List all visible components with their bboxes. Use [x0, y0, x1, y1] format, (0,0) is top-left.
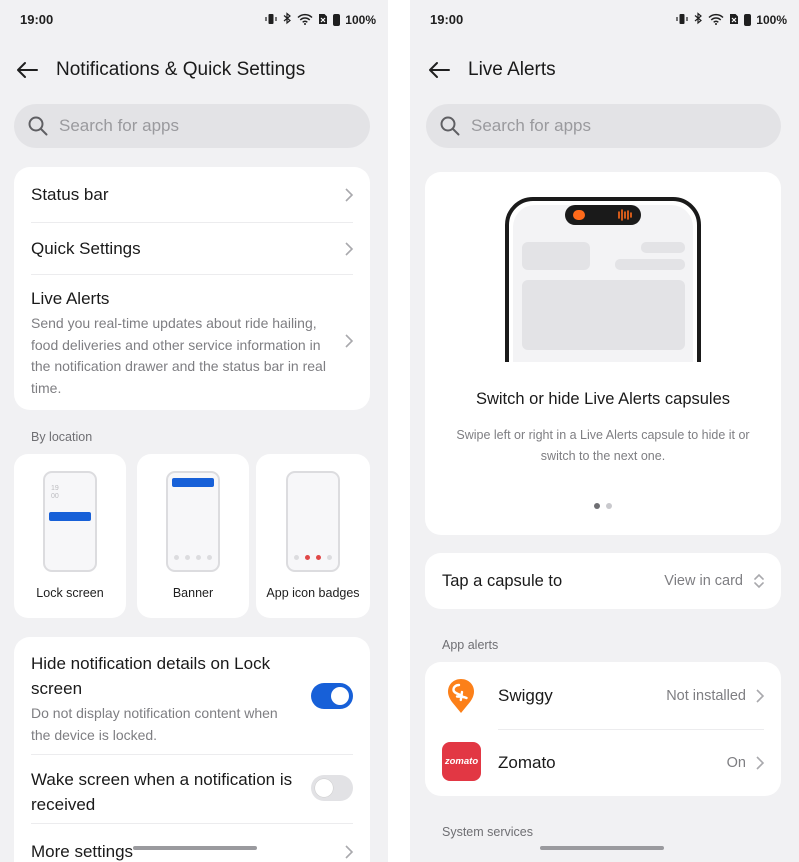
dropdown-updown-icon — [754, 573, 764, 589]
vibrate-icon — [676, 13, 688, 28]
status-icons: 100% — [265, 12, 376, 28]
wake-screen-row[interactable]: Wake screen when a notification is recei… — [14, 755, 370, 825]
back-arrow-icon[interactable] — [426, 57, 452, 83]
page-indicator-dot[interactable] — [606, 503, 612, 509]
location-label: Lock screen — [36, 586, 104, 600]
app-row-swiggy[interactable]: Swiggy Not installed — [425, 662, 781, 730]
menu-item-live-alerts[interactable]: Live Alerts Send you real-time updates a… — [14, 275, 370, 410]
wifi-icon — [297, 13, 313, 28]
section-label-system-services: System services — [442, 825, 533, 839]
location-lock-screen[interactable]: 19 00 Lock screen — [14, 454, 126, 618]
option-title: Wake screen when a notification is recei… — [31, 770, 293, 814]
app-bar: Notifications & Quick Settings — [14, 52, 378, 88]
battery-icon — [333, 14, 341, 26]
status-time: 19:00 — [430, 12, 464, 27]
chevron-right-icon — [345, 845, 354, 859]
promo-heading: Switch or hide Live Alerts capsules — [475, 390, 731, 408]
swiggy-logo-icon — [446, 678, 476, 719]
more-settings-label: More settings — [31, 842, 134, 861]
home-indicator[interactable] — [133, 846, 257, 850]
app-status: Not installed — [666, 688, 746, 704]
status-bar: 19:00 100% — [430, 12, 787, 30]
menu-item-description: Send you real-time updates about ride ha… — [31, 315, 326, 396]
no-sim-icon — [318, 13, 328, 28]
lock-preview-time: 19 00 — [51, 485, 59, 500]
page-title: Notifications & Quick Settings — [56, 59, 306, 80]
menu-item-status-bar[interactable]: Status bar — [14, 167, 370, 223]
banner-preview — [166, 471, 220, 572]
location-banner[interactable]: Banner — [137, 454, 249, 618]
search-input[interactable] — [57, 115, 321, 137]
tap-capsule-label: Tap a capsule to — [442, 572, 563, 590]
location-label: App icon badges — [266, 586, 360, 600]
live-alerts-promo-card: Switch or hide Live Alerts capsules Swip… — [425, 172, 781, 535]
status-icons: 100% — [676, 12, 787, 28]
search-icon — [27, 115, 49, 137]
menu-item-label: Live Alerts — [31, 289, 110, 308]
chevron-right-icon — [756, 756, 765, 770]
app-status: On — [726, 755, 746, 771]
zomato-logo-text: zomato — [444, 756, 479, 767]
app-alerts-card: Swiggy Not installed zomato Zomato On — [425, 662, 781, 796]
hide-details-row[interactable]: Hide notification details on Lock screen… — [14, 637, 370, 751]
wake-screen-toggle[interactable] — [311, 775, 353, 801]
zomato-logo-icon: zomato — [442, 742, 481, 781]
search-bar[interactable] — [426, 104, 781, 148]
search-input[interactable] — [469, 115, 733, 137]
promo-description: Swipe left or right in a Live Alerts cap… — [456, 428, 750, 463]
page-title: Live Alerts — [468, 59, 556, 80]
search-icon — [439, 115, 461, 137]
settings-menu-card: Status bar Quick Settings Live Alerts Se… — [14, 167, 370, 410]
badges-preview — [286, 471, 340, 572]
menu-item-label: Quick Settings — [31, 239, 141, 258]
back-arrow-icon[interactable] — [14, 57, 40, 83]
notifications-settings-screen: 19:00 100% Notifications & Quick Setting… — [0, 0, 388, 862]
chevron-right-icon — [345, 242, 354, 256]
battery-level: 100% — [756, 13, 787, 27]
page-indicator-dot-active[interactable] — [594, 503, 600, 509]
app-row-zomato[interactable]: zomato Zomato On — [425, 730, 781, 796]
no-sim-icon — [729, 13, 739, 28]
phone-illustration — [505, 197, 701, 362]
tap-capsule-card[interactable]: Tap a capsule to View in card — [425, 553, 781, 609]
divider — [31, 823, 353, 824]
menu-item-quick-settings[interactable]: Quick Settings — [14, 223, 370, 275]
bluetooth-icon — [282, 12, 292, 28]
notification-bar — [49, 512, 91, 521]
app-name: Swiggy — [498, 686, 553, 705]
app-bar: Live Alerts — [426, 52, 789, 88]
chevron-right-icon — [756, 689, 765, 703]
search-bar[interactable] — [14, 104, 370, 148]
section-label-app-alerts: App alerts — [442, 638, 499, 652]
banner-bar — [172, 478, 214, 487]
option-description: Do not display notification content when… — [31, 705, 278, 743]
section-label-by-location: By location — [31, 430, 93, 444]
location-label: Banner — [172, 586, 214, 600]
battery-icon — [744, 14, 752, 26]
wifi-icon — [708, 13, 724, 28]
dock-dots — [174, 555, 212, 560]
battery-level: 100% — [345, 13, 376, 27]
vibrate-icon — [265, 13, 277, 28]
menu-item-label: Status bar — [31, 185, 109, 204]
lock-screen-preview: 19 00 — [43, 471, 97, 572]
bluetooth-icon — [693, 12, 703, 28]
option-title: Hide notification details on Lock screen — [31, 654, 271, 698]
live-alerts-screen: 19:00 100% Live Alerts Search for apps S… — [410, 0, 799, 862]
location-app-icon-badges[interactable]: App icon badges — [256, 454, 370, 618]
dock-dots — [294, 555, 332, 560]
chevron-right-icon — [345, 334, 354, 348]
status-bar: 19:00 100% — [20, 12, 376, 30]
app-name: Zomato — [498, 753, 556, 772]
chevron-right-icon — [345, 188, 354, 202]
status-time: 19:00 — [20, 12, 54, 27]
hide-details-toggle[interactable] — [311, 683, 353, 709]
tap-capsule-value: View in card — [664, 573, 743, 589]
notification-options-card: Hide notification details on Lock screen… — [14, 637, 370, 862]
home-indicator[interactable] — [540, 846, 664, 850]
